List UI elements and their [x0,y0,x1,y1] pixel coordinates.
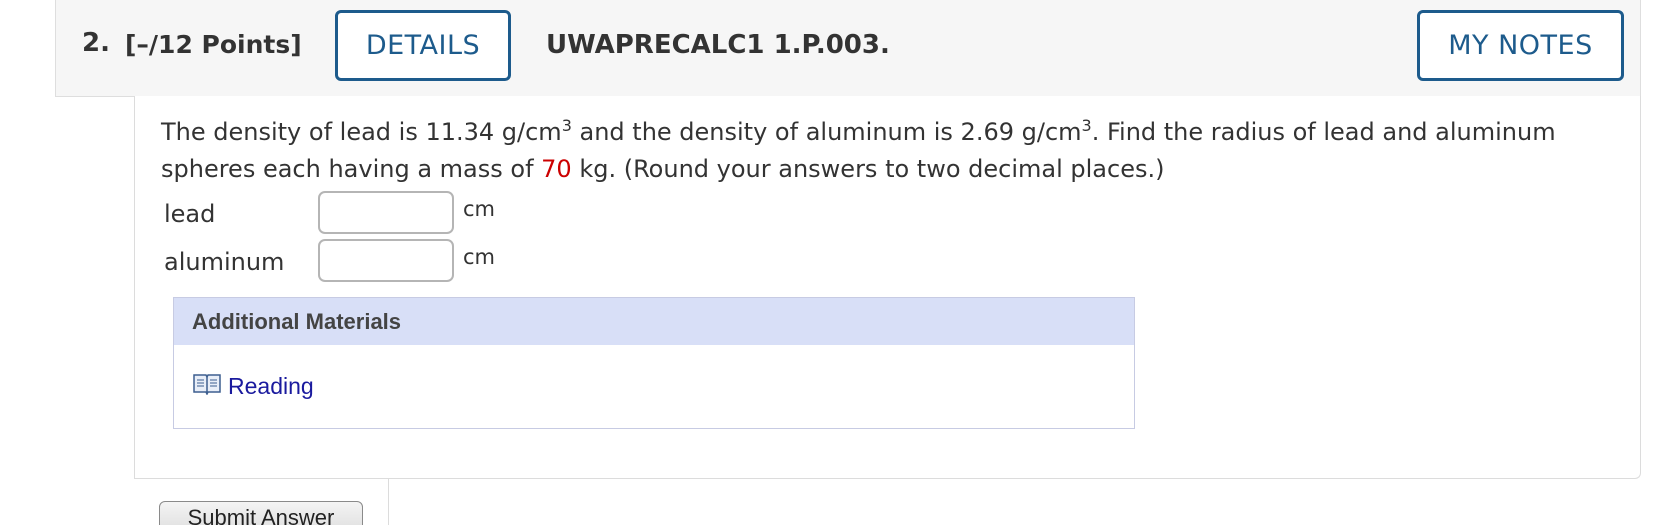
book-icon [192,371,228,401]
question-prompt: The density of lead is 11.34 g/cm3 and t… [161,114,1631,188]
divider [388,478,389,525]
exponent: 3 [1081,116,1092,135]
aluminum-answer-input[interactable] [318,239,454,282]
additional-materials-title: Additional Materials [174,298,1134,345]
submit-answer-button[interactable]: Submit Answer [159,501,363,525]
points-label: [–/12 Points] [125,30,302,59]
aluminum-label: aluminum [164,248,285,276]
reading-link-label: Reading [228,372,314,399]
mass-value: 70 [541,155,572,183]
my-notes-button[interactable]: MY NOTES [1417,10,1624,81]
problem-code: UWAPRECALC1 1.P.003. [546,30,890,60]
lead-label: lead [164,200,216,228]
prompt-text: kg. (Round your answers to two decimal p… [571,155,1165,183]
lead-unit: cm [463,197,496,221]
exponent: 3 [561,116,572,135]
prompt-text: and the density of aluminum is 2.69 g/cm [571,118,1082,146]
question-page: 2. [–/12 Points] DETAILS UWAPRECALC1 1.P… [0,0,1668,525]
question-number: 2. [82,28,110,58]
lead-answer-input[interactable] [318,191,454,234]
prompt-text: The density of lead is 11.34 g/cm [161,118,562,146]
aluminum-unit: cm [463,245,496,269]
additional-materials-panel: Additional Materials Reading [173,297,1135,429]
reading-link[interactable]: Reading [192,371,314,401]
details-button[interactable]: DETAILS [335,10,511,81]
